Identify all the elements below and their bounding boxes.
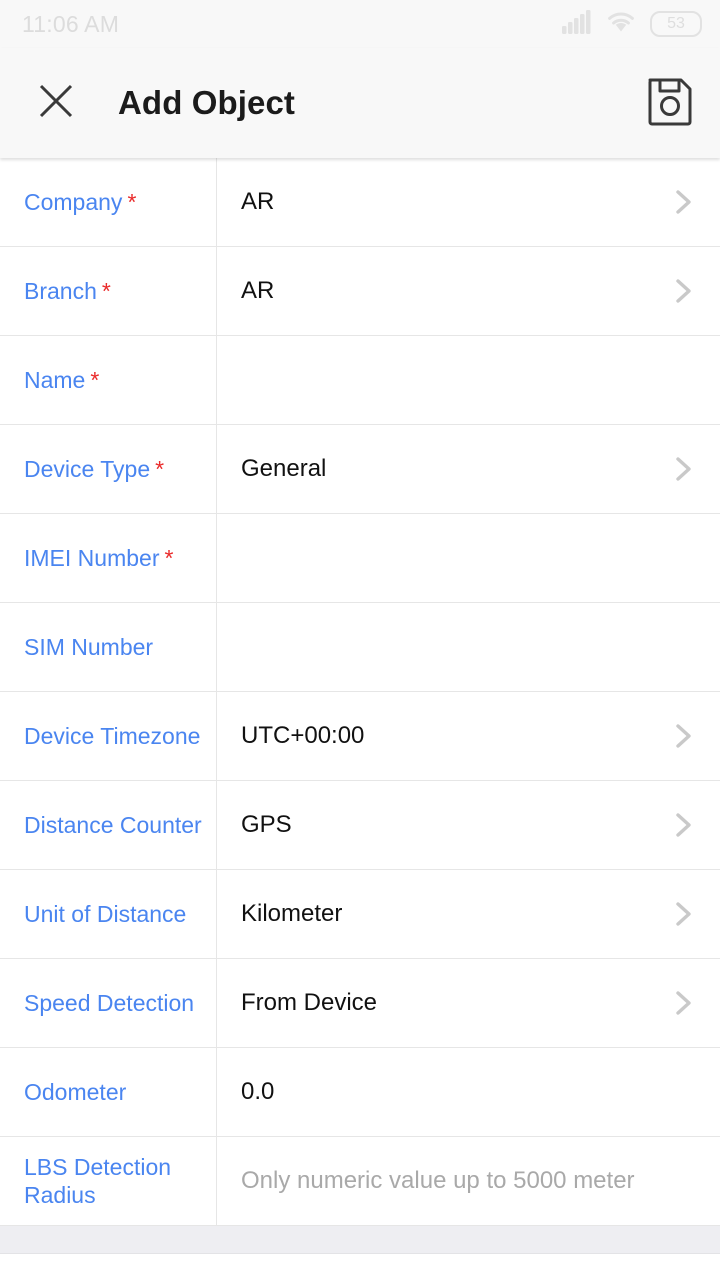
status-icons: 53 — [562, 10, 702, 39]
row-label-cell: Name* — [0, 336, 217, 424]
field-label: Device Timezone — [24, 722, 200, 750]
status-bar: 11:06 AM 53 — [0, 0, 720, 48]
form-row[interactable]: Speed Detection From Device — [0, 959, 720, 1048]
field-value: From Device — [241, 989, 377, 1017]
field-value: GPS — [241, 811, 292, 839]
field-value: AR — [241, 277, 274, 305]
close-icon — [36, 81, 76, 126]
save-button[interactable] — [642, 75, 698, 131]
row-label-cell: SIM Number — [0, 603, 217, 691]
field-label: Speed Detection — [24, 989, 194, 1017]
row-value-cell[interactable]: UTC+00:00 — [217, 692, 720, 780]
field-value: 0.0 — [241, 1078, 274, 1106]
field-value: Kilometer — [241, 900, 342, 928]
required-asterisk: * — [164, 545, 173, 572]
row-value-cell[interactable] — [217, 514, 720, 602]
field-label: Odometer — [24, 1078, 126, 1106]
close-button[interactable] — [26, 73, 86, 133]
add-object-screen: 11:06 AM 53 — [0, 0, 720, 1280]
field-label: Unit of Distance — [24, 900, 186, 928]
row-value-cell[interactable]: From Device — [217, 959, 720, 1047]
row-label-cell: Device Timezone — [0, 692, 217, 780]
row-label-cell: Unit of Distance — [0, 870, 217, 958]
app-bar: Add Object — [0, 48, 720, 158]
form-row[interactable]: Device Type* General — [0, 425, 720, 514]
chevron-right-icon — [670, 189, 696, 215]
required-asterisk: * — [90, 367, 99, 394]
row-label-cell: Branch* — [0, 247, 217, 335]
row-label-cell: LBS Detection Radius — [0, 1137, 217, 1225]
row-label-cell: Distance Counter — [0, 781, 217, 869]
row-value-cell[interactable] — [217, 336, 720, 424]
form-row[interactable]: Branch* AR — [0, 247, 720, 336]
field-label: Name — [24, 366, 85, 394]
field-label: Branch — [24, 277, 97, 305]
object-form: Company*ARBranch*ARName*Device Type*Gene… — [0, 158, 720, 1226]
required-asterisk: * — [127, 189, 136, 216]
form-row[interactable]: Distance Counter GPS — [0, 781, 720, 870]
field-label: Distance Counter — [24, 811, 202, 839]
field-label: IMEI Number — [24, 544, 159, 572]
required-asterisk: * — [155, 456, 164, 483]
form-row[interactable]: Company* AR — [0, 158, 720, 247]
section-divider — [0, 1226, 720, 1254]
chevron-right-icon — [670, 990, 696, 1016]
status-time: 11:06 AM — [22, 11, 119, 38]
form-row[interactable]: Name* — [0, 336, 720, 425]
field-value: AR — [241, 188, 274, 216]
row-value-cell[interactable]: GPS — [217, 781, 720, 869]
row-label-cell: Device Type* — [0, 425, 217, 513]
row-value-cell[interactable] — [217, 603, 720, 691]
row-value-cell[interactable]: AR — [217, 158, 720, 246]
field-label: Company — [24, 188, 122, 216]
row-value-cell[interactable]: General — [217, 425, 720, 513]
field-placeholder: Only numeric value up to 5000 meter — [241, 1167, 635, 1195]
page-title: Add Object — [118, 84, 642, 122]
chevron-right-icon — [670, 812, 696, 838]
field-label: Device Type — [24, 455, 150, 483]
field-value: General — [241, 455, 326, 483]
signal-bars-icon — [562, 10, 592, 39]
form-row[interactable]: Odometer 0.0 — [0, 1048, 720, 1137]
form-row[interactable]: SIM Number — [0, 603, 720, 692]
form-row[interactable]: IMEI Number* — [0, 514, 720, 603]
field-value: UTC+00:00 — [241, 722, 364, 750]
row-value-cell[interactable]: 0.0 — [217, 1048, 720, 1136]
battery-indicator: 53 — [650, 11, 702, 37]
row-value-cell[interactable]: AR — [217, 247, 720, 335]
row-value-cell[interactable]: Only numeric value up to 5000 meter — [217, 1137, 720, 1225]
required-asterisk: * — [102, 278, 111, 305]
row-value-cell[interactable]: Kilometer — [217, 870, 720, 958]
chevron-right-icon — [670, 723, 696, 749]
row-label-cell: Speed Detection — [0, 959, 217, 1047]
row-label-cell: IMEI Number* — [0, 514, 217, 602]
chevron-right-icon — [670, 278, 696, 304]
row-label-cell: Odometer — [0, 1048, 217, 1136]
save-floppy-icon — [645, 76, 695, 131]
field-label: LBS Detection Radius — [24, 1153, 202, 1209]
chevron-right-icon — [670, 456, 696, 482]
field-label: SIM Number — [24, 633, 153, 661]
row-label-cell: Company* — [0, 158, 217, 246]
form-row[interactable]: Device Timezone UTC+00:00 — [0, 692, 720, 781]
form-row[interactable]: LBS Detection Radius Only numeric value u… — [0, 1137, 720, 1226]
form-row[interactable]: Unit of Distance Kilometer — [0, 870, 720, 959]
chevron-right-icon — [670, 901, 696, 927]
wifi-icon — [606, 10, 636, 38]
